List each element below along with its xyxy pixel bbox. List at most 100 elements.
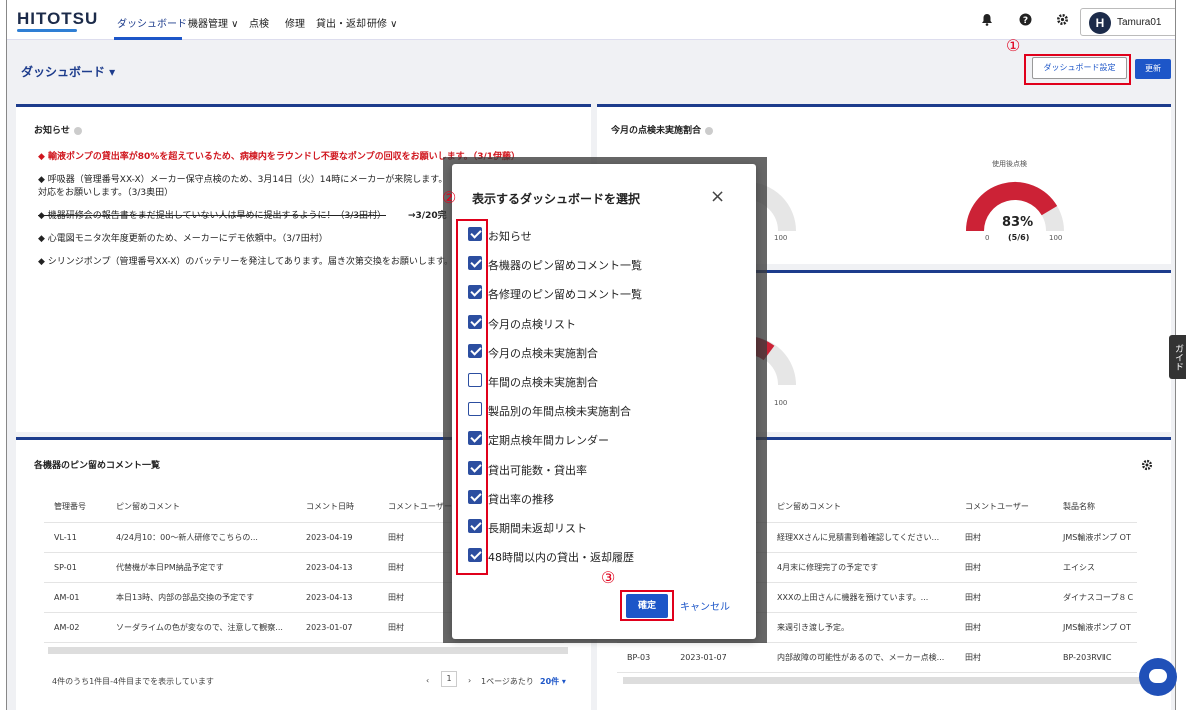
nav-lending[interactable]: 貸出・返却 — [316, 15, 366, 30]
logo: HITOTSU — [17, 9, 99, 28]
cell-comment: 4/24月10：00〜新人研修でこちらの... — [106, 522, 296, 553]
cell-product: JMS輸液ポンプ OT — [1053, 612, 1137, 643]
cell-comment: 本日13時、内部の部品交換の予定です — [106, 582, 296, 613]
table-row[interactable]: BP-03 2023-01-07 内部故障の可能性があるので、メーカー点検... … — [617, 642, 1137, 673]
cell-comment: 来週引き渡し予定。 — [767, 612, 955, 643]
nav-equipment[interactable]: 機器管理 ∨ — [188, 15, 239, 30]
chat-icon[interactable] — [1139, 658, 1177, 696]
notice-item: ◆ 呼吸器（管理番号XX-X）メーカー保守点検のため、3月14日（火）14時にメ… — [38, 175, 448, 185]
annotation-box-confirm — [620, 590, 674, 621]
annotation-number: ② — [442, 188, 457, 207]
cell-user: 田村 — [955, 522, 1053, 553]
checkbox-label: 製品別の年間点検未実施割合 — [488, 405, 631, 419]
column-header[interactable]: コメントユーザー — [955, 492, 1053, 523]
cell-comment: ソーダライムの色が変なので、注意して観察... — [106, 612, 296, 643]
checkbox-label: 各修理のピン留めコメント一覧 — [488, 288, 642, 302]
cell-comment: 代替機が本日PM納品予定です — [106, 552, 296, 583]
cell-comment: 経理XXさんに見積書到着確認してください... — [767, 522, 955, 553]
cell-date: 2023-01-07 — [296, 612, 378, 643]
cell-id: AM-02 — [44, 612, 106, 643]
cell-user: 田村 — [955, 642, 1053, 673]
cell-date: 2023-04-13 — [296, 552, 378, 583]
column-header[interactable]: 管理番号 — [44, 492, 106, 523]
cell-date: 2023-04-13 — [296, 582, 378, 613]
cell-product: ダイナスコープ８Ｃ — [1053, 582, 1137, 613]
column-header[interactable]: 製品名称 — [1053, 492, 1137, 523]
cell-product: BP-203RVⅡC — [1053, 642, 1137, 673]
column-header[interactable]: ピン留めコメント — [767, 492, 955, 523]
checkbox-label: 年間の点検未実施割合 — [488, 376, 598, 389]
nav-training[interactable]: 研修 ∨ — [367, 15, 398, 30]
notice-item-done: →3/20完 — [408, 211, 447, 221]
page-header: ダッシュボード ▾ ダッシュボード設定 更新 — [7, 41, 1175, 97]
checkbox-label: 今月の点検未実施割合 — [488, 346, 598, 360]
checkbox-label: 長期間未返却リスト — [488, 522, 587, 535]
gauge-max-partial: 100 — [774, 234, 788, 242]
cell-product: エイシス — [1053, 552, 1137, 583]
per-page-label: 1ページあたり — [481, 677, 534, 686]
page-title[interactable]: ダッシュボード ▾ — [21, 63, 115, 80]
top-nav: HITOTSU ダッシュボード 機器管理 ∨ 点検 修理 貸出・返却 研修 ∨ … — [7, 0, 1175, 40]
gauge-chart — [966, 182, 1064, 232]
close-icon[interactable]: × — [710, 186, 725, 207]
notice-item: ◆ 機器研修会の報告書をまだ提出していない人は早めに提出するように！（3/3田村… — [38, 211, 386, 221]
gauge-max-partial: 100 — [774, 399, 788, 407]
pager-page[interactable]: 1 — [441, 671, 457, 687]
notice-item: 対応をお願いします。（3/3奥田） — [38, 188, 174, 198]
per-page-select[interactable]: 20件 ▾ — [540, 676, 566, 687]
pin-card-title: 各機器のピン留めコメント一覧 — [34, 461, 161, 471]
annotation-number: ① — [1006, 36, 1021, 55]
settings-gear-icon[interactable] — [1141, 456, 1153, 475]
nav-active-indicator — [114, 37, 182, 40]
logo-underline — [17, 29, 77, 32]
avatar: H — [1089, 12, 1111, 34]
notice-card-title: お知らせ — [34, 123, 82, 136]
cell-date: 2023-04-19 — [296, 522, 378, 553]
cancel-button[interactable]: キャンセル — [680, 598, 730, 613]
cell-id: VL-11 — [44, 522, 106, 553]
column-header[interactable]: コメント日時 — [296, 492, 378, 523]
checkbox-label: 定期点検年間カレンダー — [488, 434, 609, 448]
refresh-button[interactable]: 更新 — [1135, 59, 1171, 79]
cell-user: 田村 — [955, 582, 1053, 613]
cell-id: AM-01 — [44, 582, 106, 613]
nav-inspection[interactable]: 点検 — [249, 15, 269, 30]
gauge-min: 0 — [985, 234, 990, 242]
svg-text:?: ? — [1022, 16, 1027, 26]
cell-comment: 内部故障の可能性があるので、メーカー点検... — [767, 642, 955, 673]
user-menu[interactable]: H Tamura01 — [1080, 8, 1175, 36]
gear-icon[interactable] — [1055, 13, 1069, 27]
gauge-sub: (5/6) — [1008, 233, 1030, 242]
checkbox-label: お知らせ — [488, 230, 532, 243]
help-dot-icon[interactable] — [73, 126, 82, 135]
help-dot-icon[interactable] — [705, 126, 714, 135]
cell-comment: 4月末に修理完了の予定です — [767, 552, 955, 583]
annotation-box-settings — [1024, 54, 1131, 85]
nav-dashboard[interactable]: ダッシュボード — [117, 15, 187, 30]
checkbox-label: 各機器のピン留めコメント一覧 — [488, 259, 642, 273]
inspection-card-title: 今月の点検未実施割合 — [611, 123, 714, 136]
checkbox-label: 今月の点検リスト — [488, 317, 576, 331]
notice-item: ◆ シリンジポンプ（管理番号XX-X）のバッテリーを発注してあります。届き次第交… — [38, 257, 454, 267]
column-header[interactable]: ピン留めコメント — [106, 492, 296, 523]
nav-repair[interactable]: 修理 — [285, 15, 305, 30]
help-icon[interactable]: ? — [1018, 13, 1032, 27]
cell-product: JMS輸液ポンプ OT — [1053, 522, 1137, 553]
pager-next-icon[interactable]: › — [468, 676, 471, 685]
checkbox-label: 貸出率の推移 — [488, 492, 554, 506]
checkbox-label: 貸出可能数・貸出率 — [488, 463, 587, 477]
gauge-max: 100 — [1049, 234, 1063, 242]
cell-user: 田村 — [955, 552, 1053, 583]
pager-prev-icon[interactable]: ‹ — [426, 676, 429, 685]
gauge-caption: 使用後点検 — [992, 160, 1027, 168]
horizontal-scrollbar[interactable] — [623, 677, 1143, 684]
gauge-value: 83% — [1002, 215, 1034, 230]
cell-comment: XXXの上田さんに機器を預けています。... — [767, 582, 955, 613]
horizontal-scrollbar[interactable] — [48, 647, 568, 654]
cell-id: SP-01 — [44, 552, 106, 583]
bell-icon[interactable] — [980, 13, 994, 27]
checkbox-label: 48時間以内の貸出・返却履歴 — [488, 551, 634, 565]
guide-tab[interactable]: ガイド — [1169, 335, 1186, 379]
annotation-number: ③ — [601, 568, 616, 587]
dialog-title: 表示するダッシュボードを選択 — [472, 192, 641, 206]
